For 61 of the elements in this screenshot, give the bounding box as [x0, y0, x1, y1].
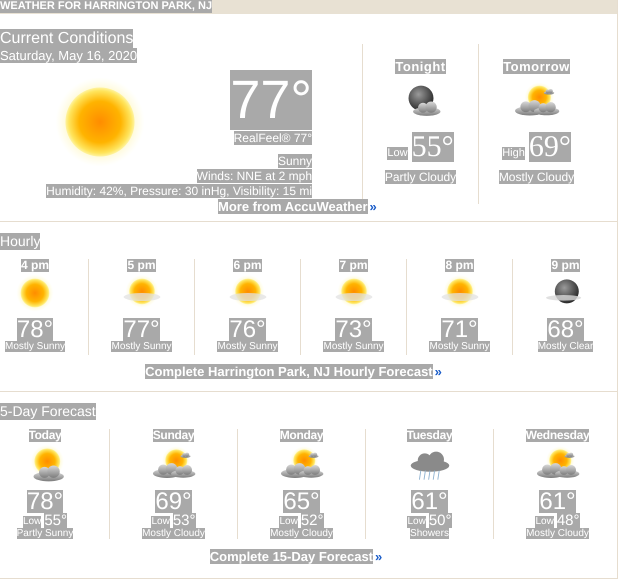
temp-label: High: [502, 147, 525, 160]
temp-label: Low: [535, 516, 554, 528]
date-text: Saturday, May 16, 2020: [0, 48, 138, 63]
temperature: 78°: [16, 318, 54, 341]
header-title: WEATHER FOR HARRINGTON PARK, NJ: [0, 0, 212, 13]
section-title: Current Conditions: [0, 29, 134, 48]
low-temperature: 48°: [556, 513, 580, 528]
winds-text: Winds: NNE at 2 mph: [196, 169, 312, 183]
temperature: 71°: [441, 318, 478, 341]
high-temperature: 61°: [539, 490, 576, 513]
temperature: 73°: [335, 318, 372, 341]
high-temperature: 65°: [283, 490, 320, 513]
temp-label: Low: [407, 516, 426, 528]
temperature: 77°: [230, 70, 312, 130]
condition-text: Mostly Cloudy: [142, 528, 205, 539]
realfeel-text: RealFeel® 77°: [234, 131, 312, 145]
condition-text: Mostly Cloudy: [270, 528, 333, 539]
condition-text: Mostly Clear: [538, 341, 594, 352]
temperature: 55°: [412, 132, 454, 162]
condition-text: Mostly Sunny: [111, 341, 172, 352]
temp-label: Low: [279, 516, 298, 528]
period-label: Tomorrow: [503, 59, 570, 74]
temp-label: Low: [151, 516, 170, 528]
low-temperature: 53°: [172, 513, 196, 528]
high-temperature: 61°: [411, 490, 448, 513]
condition-text: Mostly Sunny: [217, 341, 278, 352]
day-label: Today: [28, 429, 62, 442]
hour-label: 5 pm: [127, 259, 156, 272]
condition-text: Sunny: [278, 154, 312, 168]
section-title: Hourly: [0, 233, 40, 250]
temperature: 68°: [547, 318, 584, 341]
temp-label: Low: [22, 516, 42, 528]
details-text: Humidity: 42%, Pressure: 30 inHg, Visibility: 15 mi: [46, 184, 312, 198]
day-label: Wednesday: [526, 429, 590, 442]
condition-text: Mostly Sunny: [4, 341, 66, 352]
temp-label: Low: [387, 147, 408, 160]
temperature: 69°: [528, 132, 571, 162]
day-label: Sunday: [152, 429, 194, 442]
day-label: Monday: [280, 429, 324, 442]
hour-label: 9 pm: [551, 259, 580, 272]
condition-text: Partly Cloudy: [384, 170, 456, 184]
day-label: Tuesday: [406, 429, 452, 442]
low-temperature: 55°: [44, 513, 68, 528]
hour-label: 7 pm: [339, 259, 368, 272]
hour-label: 4 pm: [20, 259, 49, 272]
condition-text: Mostly Cloudy: [526, 528, 589, 539]
high-temperature: 69°: [155, 490, 192, 513]
hour-label: 6 pm: [233, 259, 262, 272]
low-temperature: 52°: [300, 513, 324, 528]
condition-text: Mostly Sunny: [429, 341, 490, 352]
condition-text: Mostly Cloudy: [498, 170, 574, 184]
temperature: 77°: [123, 318, 160, 341]
section-title: 5-Day Forecast: [0, 403, 96, 420]
high-temperature: 78°: [26, 490, 64, 513]
low-temperature: 50°: [428, 513, 452, 528]
period-label: Tonight: [395, 59, 446, 74]
condition-text: Partly Sunny: [16, 528, 74, 539]
condition-text: Mostly Sunny: [323, 341, 384, 352]
temperature: 76°: [229, 318, 266, 341]
hour-label: 8 pm: [445, 259, 474, 272]
condition-text: Showers: [410, 528, 449, 539]
